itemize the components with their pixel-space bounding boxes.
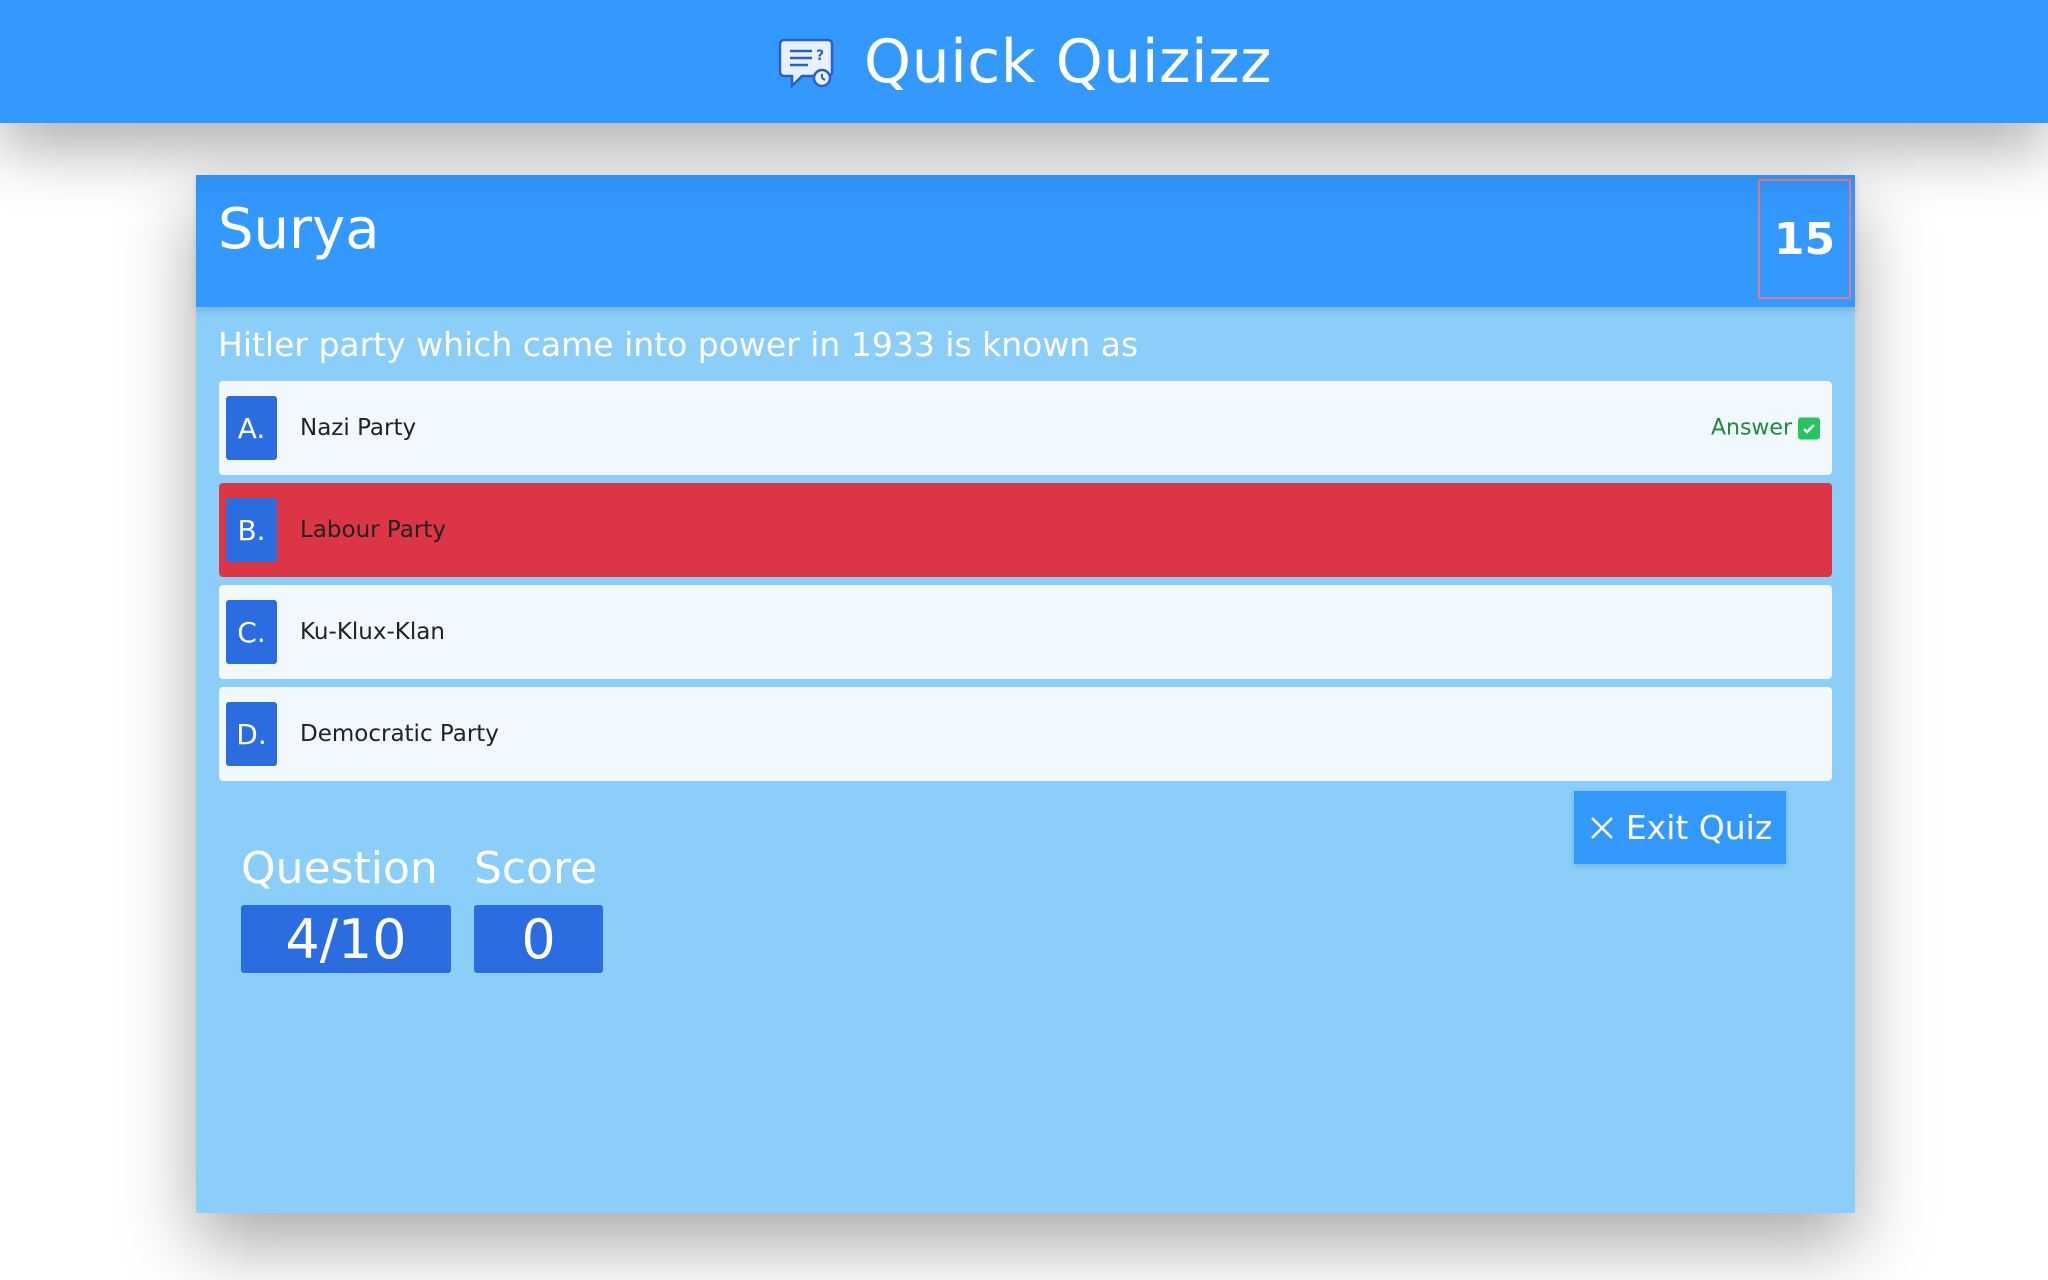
- app-header: ? Quick Quizizz: [0, 0, 2048, 123]
- option-letter: C.: [226, 600, 277, 664]
- option-letter: A.: [226, 396, 277, 460]
- brand: ? Quick Quizizz: [776, 27, 1272, 97]
- question-progress: 4/10: [241, 905, 451, 973]
- score-value: 0: [474, 905, 603, 973]
- answer-label: Answer: [1710, 415, 1792, 441]
- quiz-chat-icon: ?: [778, 38, 834, 89]
- option-letter: B.: [226, 498, 277, 562]
- score-label: Score: [474, 843, 598, 894]
- checkmark-icon: [1798, 417, 1820, 439]
- option-text: Ku-Klux-Klan: [300, 619, 445, 645]
- option-c[interactable]: C. Ku-Klux-Klan: [219, 585, 1832, 679]
- question-label: Question: [241, 843, 438, 894]
- app-title: Quick Quizizz: [863, 26, 1273, 97]
- option-d[interactable]: D. Democratic Party: [219, 687, 1832, 781]
- exit-quiz-button[interactable]: Exit Quiz: [1574, 791, 1786, 864]
- option-b[interactable]: B. Labour Party: [219, 483, 1832, 577]
- answer-options: A. Nazi Party Answer B. Labour Party C. …: [219, 381, 1832, 789]
- question-text: Hitler party which came into power in 19…: [218, 325, 1139, 364]
- close-icon: [1590, 816, 1613, 839]
- option-letter: D.: [226, 702, 277, 766]
- option-a[interactable]: A. Nazi Party Answer: [219, 381, 1832, 475]
- svg-text:?: ?: [816, 48, 824, 64]
- option-text: Democratic Party: [300, 721, 499, 747]
- correct-answer-badge: Answer: [1711, 416, 1820, 441]
- countdown-timer: 15: [1758, 179, 1851, 299]
- option-text: Labour Party: [300, 517, 446, 543]
- quiz-card: Surya 15 Hitler party which came into po…: [196, 175, 1855, 1213]
- player-name: Surya: [218, 197, 380, 262]
- exit-quiz-label: Exit Quiz: [1625, 808, 1773, 847]
- quiz-card-header: Surya 15: [196, 175, 1855, 307]
- option-text: Nazi Party: [300, 415, 417, 441]
